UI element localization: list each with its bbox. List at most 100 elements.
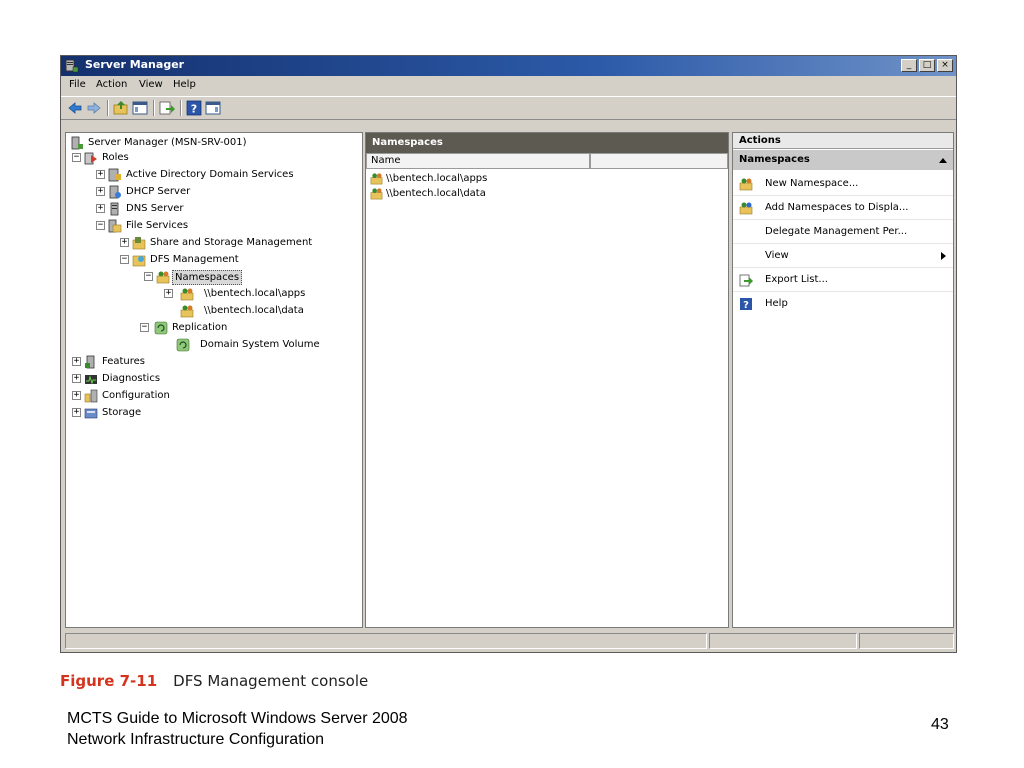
back-arrow-icon[interactable] bbox=[67, 100, 83, 116]
replication-icon bbox=[154, 321, 168, 335]
namespaces-list-pane[interactable]: Namespaces Name \\bentech.local\apps \\b… bbox=[365, 132, 729, 628]
tree-label: Share and Storage Management bbox=[150, 237, 313, 248]
forward-arrow-icon[interactable] bbox=[86, 100, 102, 116]
console-tree-pane[interactable]: Server Manager (MSN-SRV-001) − Roles + A… bbox=[65, 132, 363, 628]
submenu-arrow-icon bbox=[941, 252, 946, 260]
section-label: Namespaces bbox=[739, 154, 810, 165]
collapse-toggle-icon[interactable]: − bbox=[72, 153, 81, 162]
action-add-namespaces[interactable]: Add Namespaces to Displa... bbox=[733, 196, 953, 220]
add-namespace-icon bbox=[739, 202, 753, 215]
menu-view[interactable]: View bbox=[139, 79, 163, 90]
slide-footer: MCTS Guide to Microsoft Windows Server 2… bbox=[67, 708, 408, 750]
menu-file[interactable]: File bbox=[69, 79, 86, 90]
dns-server-icon bbox=[110, 202, 119, 216]
up-folder-icon[interactable] bbox=[113, 100, 129, 116]
replication-group-icon bbox=[176, 338, 190, 352]
svg-text:?: ? bbox=[743, 300, 749, 311]
dhcp-server-icon bbox=[109, 185, 121, 199]
expand-toggle-icon[interactable]: + bbox=[96, 187, 105, 196]
actions-title: Actions bbox=[733, 133, 953, 149]
action-export-list[interactable]: Export List... bbox=[733, 268, 953, 292]
collapse-toggle-icon[interactable]: − bbox=[140, 323, 149, 332]
namespace-icon bbox=[180, 288, 194, 301]
expand-toggle-icon[interactable]: + bbox=[164, 289, 173, 298]
pane-title: Namespaces bbox=[366, 133, 728, 153]
svg-text:?: ? bbox=[191, 103, 197, 116]
status-cell bbox=[709, 633, 857, 649]
column-header-empty[interactable] bbox=[590, 153, 728, 169]
namespace-icon bbox=[180, 305, 194, 318]
action-new-namespace[interactable]: New Namespace... bbox=[733, 172, 953, 196]
menu-bar: File Action View Help bbox=[61, 76, 956, 96]
action-label: Add Namespaces to Displa... bbox=[765, 202, 909, 213]
export-list-icon[interactable] bbox=[159, 100, 175, 116]
tree-label: DFS Management bbox=[150, 254, 239, 265]
actions-section-namespaces[interactable]: Namespaces bbox=[733, 150, 953, 170]
tree-label: \\bentech.local\apps bbox=[204, 288, 306, 299]
expand-toggle-icon[interactable]: + bbox=[72, 357, 81, 366]
expand-toggle-icon[interactable]: + bbox=[96, 170, 105, 179]
action-help[interactable]: ? Help bbox=[733, 292, 953, 316]
status-cell bbox=[65, 633, 707, 649]
collapse-arrow-icon[interactable] bbox=[939, 157, 947, 163]
roles-icon bbox=[84, 152, 97, 165]
collapse-toggle-icon[interactable]: − bbox=[144, 272, 153, 281]
namespace-icon bbox=[370, 173, 383, 185]
namespace-icon bbox=[370, 188, 383, 200]
action-label: Export List... bbox=[765, 274, 828, 285]
figure-title: DFS Management console bbox=[173, 672, 369, 690]
figure-number: Figure 7-11 bbox=[60, 672, 158, 690]
collapse-toggle-icon[interactable]: − bbox=[96, 221, 105, 230]
close-button[interactable]: × bbox=[937, 59, 953, 72]
minimize-button[interactable]: _ bbox=[901, 59, 917, 72]
server-manager-window: Server Manager _ □ × File Action View He… bbox=[60, 55, 957, 653]
expand-toggle-icon[interactable]: + bbox=[120, 238, 129, 247]
tree-label: Features bbox=[102, 356, 145, 367]
menu-action[interactable]: Action bbox=[96, 79, 127, 90]
column-header-name[interactable]: Name bbox=[366, 153, 590, 169]
expand-toggle-icon[interactable]: + bbox=[72, 374, 81, 383]
tree-label: Storage bbox=[102, 407, 142, 418]
collapse-toggle-icon[interactable]: − bbox=[120, 255, 129, 264]
status-cell bbox=[859, 633, 954, 649]
expand-toggle-icon[interactable]: + bbox=[72, 391, 81, 400]
tree-label: Server Manager (MSN-SRV-001) bbox=[88, 137, 247, 148]
action-label: Delegate Management Per... bbox=[765, 226, 908, 237]
server-icon bbox=[71, 136, 83, 150]
tree-label-selected: Namespaces bbox=[172, 270, 243, 285]
tree-label: File Services bbox=[126, 220, 189, 231]
file-services-icon bbox=[108, 219, 122, 233]
expand-toggle-icon[interactable]: + bbox=[72, 408, 81, 417]
window-title: Server Manager bbox=[85, 58, 185, 71]
footer-line-1: MCTS Guide to Microsoft Windows Server 2… bbox=[67, 710, 408, 727]
action-label: Help bbox=[765, 298, 788, 309]
title-bar[interactable]: Server Manager _ □ × bbox=[61, 56, 956, 76]
tree-label: DNS Server bbox=[126, 203, 184, 214]
action-label: New Namespace... bbox=[765, 178, 859, 189]
configuration-icon bbox=[84, 389, 98, 403]
toolbar-separator bbox=[180, 100, 182, 116]
tree-label: Configuration bbox=[102, 390, 170, 401]
toolbar-separator bbox=[107, 100, 109, 116]
action-view[interactable]: View bbox=[733, 244, 953, 268]
toolbar: ? bbox=[61, 96, 956, 120]
tree-label: Diagnostics bbox=[102, 373, 161, 384]
help-icon[interactable]: ? bbox=[186, 100, 202, 116]
active-directory-icon bbox=[108, 168, 121, 182]
storage-icon bbox=[84, 408, 98, 419]
list-item-label: \\bentech.local\data bbox=[386, 188, 486, 199]
new-namespace-icon bbox=[739, 178, 753, 191]
figure-caption: Figure 7-11 DFS Management console bbox=[60, 672, 368, 690]
expand-toggle-icon[interactable]: + bbox=[96, 204, 105, 213]
menu-help[interactable]: Help bbox=[173, 79, 196, 90]
status-bar bbox=[65, 633, 954, 649]
action-delegate-management[interactable]: Delegate Management Per... bbox=[733, 220, 953, 244]
features-icon bbox=[85, 355, 95, 369]
share-storage-icon bbox=[132, 237, 146, 250]
show-hide-console-tree-icon[interactable] bbox=[132, 100, 148, 116]
tree-label: \\bentech.local\data bbox=[204, 305, 304, 316]
dfs-management-icon bbox=[132, 255, 146, 267]
maximize-button[interactable]: □ bbox=[919, 59, 935, 72]
actions-pane: Actions Namespaces New Namespace... Add … bbox=[732, 132, 954, 628]
show-hide-action-pane-icon[interactable] bbox=[205, 100, 221, 116]
